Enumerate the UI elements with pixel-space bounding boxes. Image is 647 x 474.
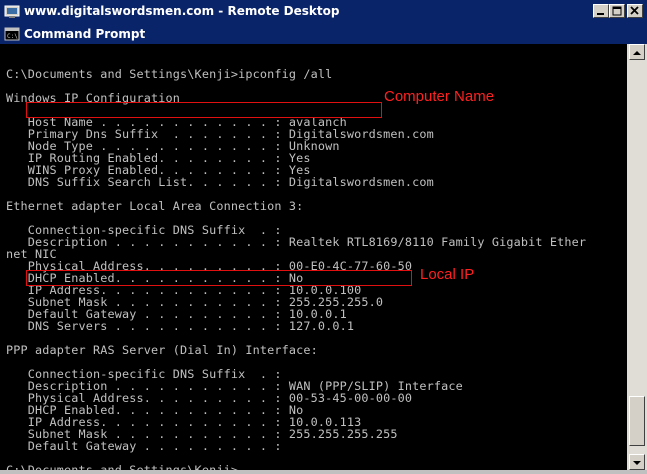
console-line: C:\Documents and Settings\Kenji>ipconfig… — [6, 67, 333, 81]
minimize-button[interactable] — [593, 4, 609, 18]
scroll-down-icon — [633, 461, 641, 465]
console-line: Ethernet adapter Local Area Connection 3… — [6, 199, 304, 213]
console-line: DNS Suffix Search List. . . . . . : Digi… — [6, 175, 434, 189]
minimize-icon — [597, 13, 604, 15]
close-button[interactable] — [627, 4, 643, 18]
svg-text:C:\: C:\ — [7, 33, 18, 40]
command-prompt-title: Command Prompt — [24, 27, 146, 41]
remote-desktop-icon — [4, 4, 20, 20]
scroll-up-button[interactable] — [629, 44, 645, 60]
scroll-down-button[interactable] — [629, 454, 645, 470]
maximize-button[interactable] — [609, 4, 625, 18]
command-prompt-titlebar[interactable]: C:\ Command Prompt — [0, 24, 647, 44]
console-line: C:\Documents and Settings\Kenji> — [6, 463, 239, 470]
console-line: PPP adapter RAS Server (Dial In) Interfa… — [6, 343, 318, 357]
maximize-icon — [612, 6, 622, 16]
scroll-up-icon — [633, 51, 641, 55]
local-ip-annotation: Local IP — [420, 266, 475, 283]
host-name-highlight-box — [26, 102, 382, 118]
scroll-thumb[interactable] — [629, 396, 645, 446]
vertical-scrollbar[interactable] — [627, 44, 647, 470]
ip-address-highlight-box — [26, 270, 412, 286]
console-output[interactable]: C:\Documents and Settings\Kenji>ipconfig… — [0, 44, 627, 470]
command-prompt-icon: C:\ — [4, 26, 20, 42]
close-icon — [630, 6, 639, 15]
console-line: Description . . . . . . . . . . . : Real… — [6, 235, 587, 249]
console-lines: C:\Documents and Settings\Kenji>ipconfig… — [6, 56, 586, 470]
remote-desktop-titlebar[interactable]: www.digitalswordsmen.com - Remote Deskto… — [0, 0, 647, 24]
console-line: Default Gateway . . . . . . . . . : — [6, 439, 282, 453]
console-line: DNS Servers . . . . . . . . . . . : 127.… — [6, 319, 355, 333]
remote-desktop-title: www.digitalswordsmen.com - Remote Deskto… — [24, 4, 340, 18]
computer-name-annotation: Computer Name — [384, 88, 495, 105]
